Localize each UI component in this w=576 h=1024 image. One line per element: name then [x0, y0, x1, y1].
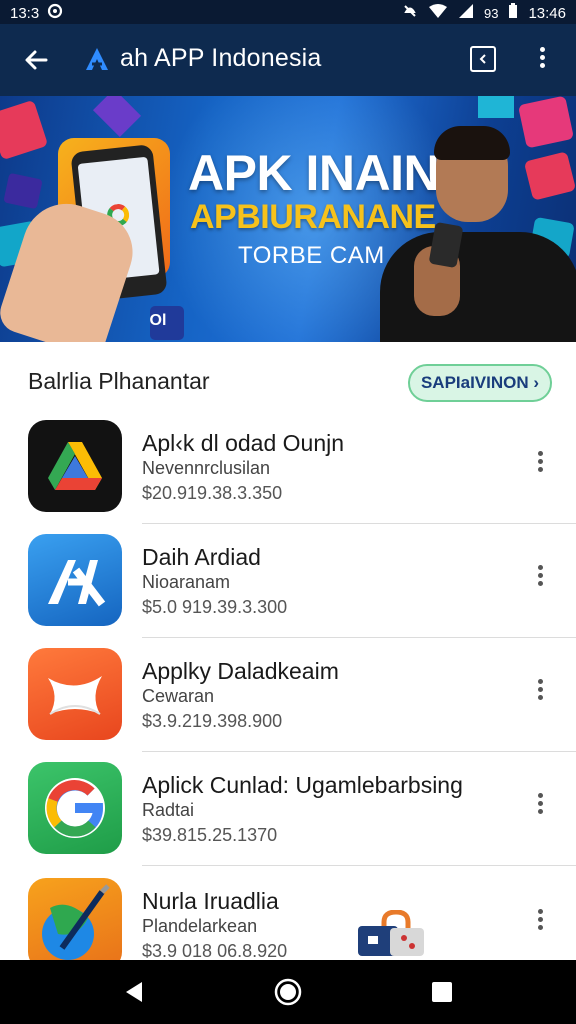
- lock-badge-icon: [356, 909, 426, 958]
- window-icon[interactable]: [470, 46, 496, 72]
- status-left: 13:3: [10, 3, 63, 23]
- divider: [142, 864, 576, 866]
- app-name: Applky Daladkeaim: [142, 658, 339, 684]
- list-item[interactable]: Applky Daladkeaim Cewaran $3.9.219.398.9…: [0, 638, 576, 752]
- notification-icon: [47, 3, 63, 23]
- dnd-icon: [402, 3, 418, 23]
- app-price: $39.815.25.1370: [142, 825, 278, 845]
- status-time: 13:3: [10, 4, 40, 22]
- app-name: Nurla Iruadlia: [142, 888, 279, 914]
- status-right: 93 13:46: [402, 3, 566, 23]
- app-price: $5.0 919.39.3.300: [142, 597, 288, 617]
- list-item[interactable]: Aplick Cunlad: Ugamlebarbsing Radtai $39…: [0, 752, 576, 866]
- paper-plane-icon: [28, 648, 122, 740]
- app-bar-title: ah APP Indonesia: [120, 44, 322, 72]
- battery-level: 93: [483, 5, 499, 21]
- wifi-icon: [428, 3, 448, 23]
- back-triangle-icon[interactable]: [118, 976, 150, 1008]
- banner-tagline: TORBE CAM: [238, 242, 385, 269]
- list-item[interactable]: Apl‹k dl odad Ounjn Nevennrclusilan $20.…: [0, 410, 576, 524]
- signal-icon: [458, 3, 474, 23]
- app-name: Daih Ardiad: [142, 544, 261, 570]
- battery-icon: [508, 3, 518, 23]
- recents-square-icon[interactable]: [426, 976, 458, 1008]
- maps-pen-icon: [28, 878, 122, 970]
- home-circle-icon[interactable]: [272, 976, 304, 1008]
- app-subtitle: Plandelarkean: [142, 916, 258, 936]
- promo-banner[interactable]: Ol APK INAIN APBIURANANE TORBE CAM: [0, 96, 576, 342]
- app-bar: ah APP Indonesia: [0, 24, 576, 96]
- more-vert-icon[interactable]: [530, 790, 550, 826]
- drive-icon: [28, 420, 122, 512]
- more-vert-icon[interactable]: [530, 906, 550, 942]
- app-subtitle: Nioaranam: [142, 572, 231, 592]
- list-item[interactable]: Daih Ardiad Nioaranam $5.0 919.39.3.300: [0, 524, 576, 638]
- status-bar: 13:3 93 13:46: [0, 0, 576, 24]
- app-subtitle: Cewaran: [142, 686, 215, 706]
- app-name: Apl‹k dl odad Ounjn: [142, 430, 345, 456]
- app-name: Aplick Cunlad: Ugamlebarbsing: [142, 772, 463, 798]
- app-price: $3.9.219.398.900: [142, 711, 283, 731]
- person-illustration: [380, 96, 576, 342]
- system-nav-bar: [0, 960, 576, 1024]
- app-subtitle: Radtai: [142, 800, 195, 820]
- section-header: Balrlia Plhanantar SAPIaIVINON ›: [0, 342, 576, 420]
- status-clock: 13:46: [528, 4, 566, 22]
- app-price: $20.919.38.3.350: [142, 483, 283, 503]
- banner-sticker: Ol: [149, 312, 167, 329]
- app-logo-icon: [84, 46, 110, 72]
- more-vert-icon[interactable]: [530, 676, 550, 712]
- section-title: Balrlia Plhanantar: [28, 368, 210, 394]
- more-vert-icon[interactable]: [530, 448, 550, 484]
- overflow-menu-icon[interactable]: [532, 44, 552, 76]
- google-icon: [28, 762, 122, 854]
- app-store-icon: [28, 534, 122, 626]
- app-subtitle: Nevennrclusilan: [142, 458, 271, 478]
- back-arrow-icon[interactable]: [20, 44, 52, 76]
- more-vert-icon[interactable]: [530, 562, 550, 598]
- see-more-button[interactable]: SAPIaIVINON ›: [408, 364, 552, 402]
- app-price: $3.9 018 06.8.920: [142, 941, 288, 961]
